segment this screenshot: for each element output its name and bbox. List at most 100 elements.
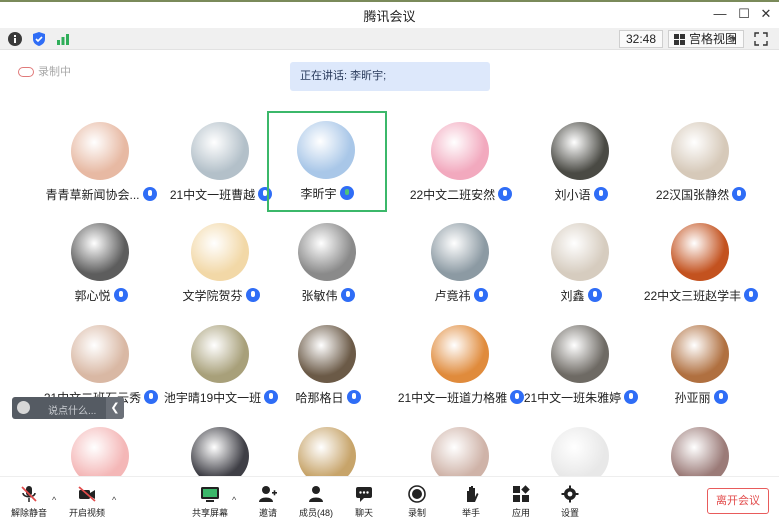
participant-tile[interactable]: 21中文一班道力格雅 [398,315,525,415]
participant-tile[interactable]: 22中文三班赵学丰 [641,213,761,313]
share-screen-label: 共享屏幕 [191,508,228,518]
participant-avatar [671,122,729,180]
speaking-banner: 正在讲话: 李昕宇; [290,62,490,91]
participant-name: 21中文一班朱雅婷 [523,391,622,405]
participant-name: 文学院贺芬 [182,289,243,303]
close-icon[interactable]: ✕ [758,6,774,22]
participant-tile[interactable]: 刘鑫 [521,213,641,313]
recording-indicator: 录制中 [18,63,71,79]
participant-tile[interactable]: 卢竟祎 [401,213,521,313]
participant-name-row: 哈那格日 [258,389,398,406]
apps-button[interactable]: 应用 [497,485,545,519]
mic-icon [113,288,128,302]
share-screen-icon [201,487,219,502]
participant-avatar [551,223,609,281]
video-options-chevron-icon[interactable]: ^ [112,495,116,505]
participant-tile[interactable]: 21中文一班朱雅婷 [521,315,641,415]
info-icon[interactable] [7,31,23,47]
raise-hand-button[interactable]: 举手 [447,485,495,519]
unmute-label: 解除静音 [10,508,47,518]
unmute-button[interactable]: 解除静音 [5,485,53,519]
security-shield-icon[interactable] [31,31,47,47]
chat-quick-input[interactable]: 说点什么... ❮ [12,397,124,419]
participant-name: 刘鑫 [560,289,585,303]
chat-placeholder: 说点什么... [48,406,97,417]
participant-grid: 青青草新闻协会... 21中文一班曹越 李昕宇 22中文二班安然 刘小语 22汉国张静然郭… [0,105,779,485]
participant-name-row: 刘鑫 [511,287,651,304]
participant-avatar [671,325,729,383]
participant-tile[interactable]: 哈那格日 [268,315,388,415]
mic-muted-icon [21,486,37,502]
share-screen-button[interactable]: 共享屏幕 [186,485,234,519]
participant-avatar [191,325,249,383]
emoji-icon[interactable] [17,401,30,414]
participant-name-row: 卢竟祎 [391,287,531,304]
chat-button[interactable]: 聊天 [340,485,388,519]
participant-avatar [551,122,609,180]
participant-name-row: 青青草新闻协会... [31,186,171,203]
mic-icon [587,288,602,302]
members-icon [309,486,323,502]
participant-name-row: 22汉国张静然 [631,186,771,203]
hand-icon [467,486,479,502]
collapse-chevron-icon[interactable]: ❮ [106,397,124,419]
participant-name: 李昕宇 [300,187,337,201]
cloud-record-icon [18,67,34,78]
record-button[interactable]: 录制 [393,485,441,519]
fullscreen-icon[interactable] [754,32,768,46]
minimize-icon[interactable]: — [712,6,728,22]
participant-avatar [298,325,356,383]
chevron-down-icon: ▼ [729,34,738,44]
participant-tile[interactable]: 张敏伟 [268,213,388,313]
participant-name-row: 李昕宇 [259,185,395,202]
title-bar: 腾讯会议 — ☐ ✕ [0,0,779,28]
participant-name-row: 郭心悦 [31,287,171,304]
participant-avatar [671,223,729,281]
participant-avatar [298,223,356,281]
share-options-chevron-icon[interactable]: ^ [232,495,236,505]
participant-name-row: 22中文二班安然 [391,186,531,203]
participant-name: 孙亚丽 [674,391,711,405]
participant-tile[interactable]: 李昕宇 [267,111,387,212]
record-label: 录制 [407,508,426,518]
camera-off-icon [78,486,96,502]
participant-tile[interactable]: 青青草新闻协会... [41,112,161,212]
members-button[interactable]: 成员(48) [292,485,340,519]
gear-icon [561,485,579,503]
chat-bubble-icon [356,487,372,502]
mic-speaking-icon [339,186,354,200]
settings-button[interactable]: 设置 [546,485,594,519]
mic-icon [593,187,608,201]
mic-icon [346,390,361,404]
participant-tile[interactable]: 22汉国张静然 [641,112,761,212]
participant-name-row: 21中文一班朱雅婷 [511,389,651,406]
leave-meeting-button[interactable]: 离开会议 [707,488,769,514]
mic-icon [473,288,488,302]
invite-label: 邀请 [258,508,277,518]
mic-icon [744,288,759,302]
participant-name: 青青草新闻协会... [45,188,140,202]
participant-name-row: 张敏伟 [258,287,398,304]
audio-options-chevron-icon[interactable]: ^ [52,495,56,505]
participant-name: 郭心悦 [74,289,111,303]
participant-avatar [191,122,249,180]
participant-avatar [551,325,609,383]
chat-label: 聊天 [354,508,373,518]
participant-name: 池宇晴19中文一班 [163,391,262,405]
maximize-icon[interactable]: ☐ [736,6,752,22]
participant-name: 22中文二班安然 [409,188,496,202]
invite-button[interactable]: 邀请 [244,485,292,519]
participant-tile[interactable]: 郭心悦 [41,213,161,313]
apps-label: 应用 [511,508,530,518]
mic-icon [340,288,355,302]
participant-avatar [71,325,129,383]
start-video-button[interactable]: 开启视频 [63,485,111,519]
mic-icon [732,187,747,201]
signal-icon[interactable] [55,31,71,47]
participant-tile[interactable]: 孙亚丽 [641,315,761,415]
participant-tile[interactable]: 22中文二班安然 [401,112,521,212]
participant-tile[interactable]: 刘小语 [521,112,641,212]
participant-name-row: 22中文三班赵学丰 [631,287,771,304]
participant-avatar [431,122,489,180]
view-mode-dropdown[interactable]: 宫格视图 ▼ [668,30,744,48]
